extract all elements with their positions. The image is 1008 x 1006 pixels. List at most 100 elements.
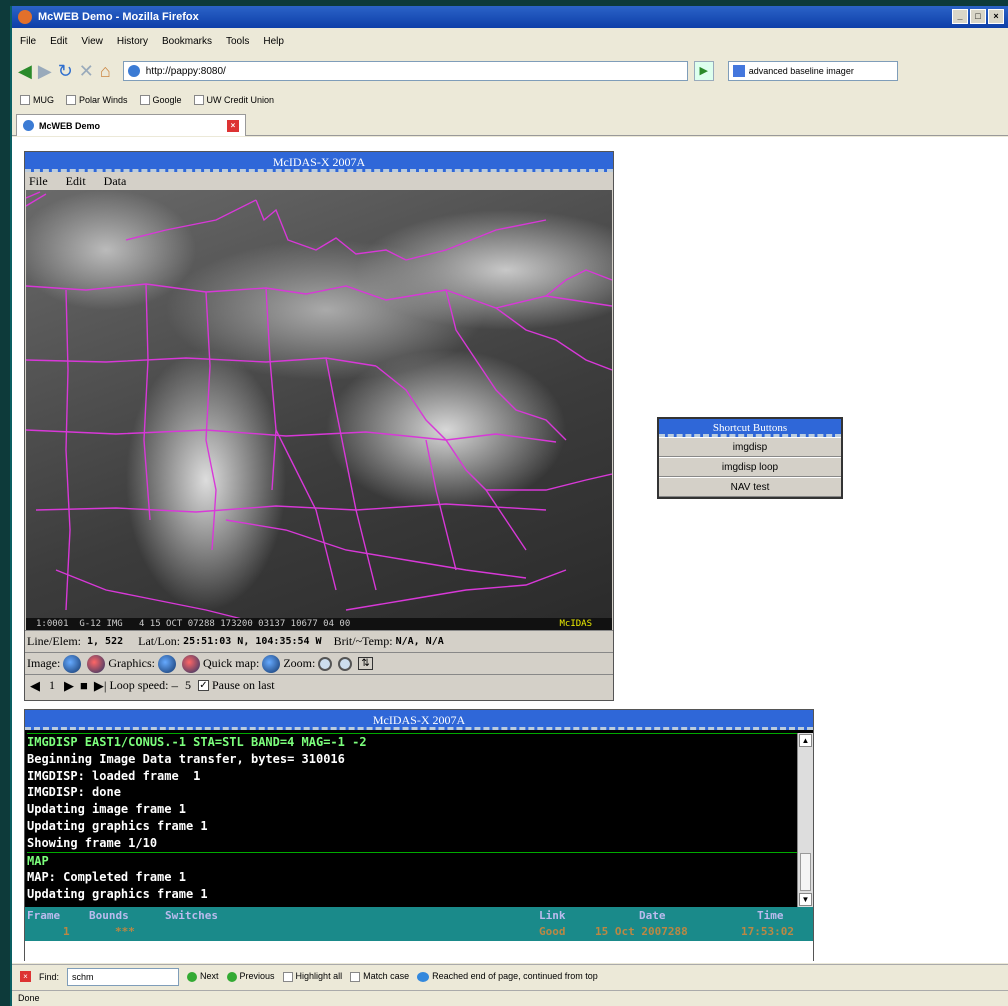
search-box[interactable]: advanced baseline imager <box>727 61 898 81</box>
mcidas-menu-edit[interactable]: Edit <box>66 174 86 189</box>
maximize-button[interactable]: □ <box>970 9 986 24</box>
url-bar[interactable]: http://pappy:8080/ <box>122 61 688 81</box>
navigation-toolbar: ◀ ▶ ↻ ✕ ⌂ http://pappy:8080/ ▶ advanced … <box>12 54 1008 88</box>
tab-title: McWEB Demo <box>39 120 101 131</box>
tab-strip: McWEB Demo × <box>12 112 1008 136</box>
loop-controls-row: ◀ 1 ▶ ■ ▶| Loop speed: – 5 ✓ Pause on la… <box>25 674 613 696</box>
pause-on-last-checkbox[interactable]: ✓ <box>197 680 209 691</box>
header-bounds: Bounds <box>89 909 129 922</box>
window-titlebar: McWEB Demo - Mozilla Firefox _ □ × <box>12 6 1008 28</box>
menu-edit[interactable]: Edit <box>50 36 67 47</box>
imgdisp-button[interactable]: imgdisp <box>659 437 841 457</box>
header-time: Time <box>757 909 784 922</box>
scroll-up-icon[interactable]: ▲ <box>799 734 812 747</box>
bookmark-icon <box>139 95 150 106</box>
menu-tools[interactable]: Tools <box>226 36 249 47</box>
graphics-label: Graphics: <box>108 656 155 670</box>
terminal-line: MAP <box>27 851 799 870</box>
bookmark-google[interactable]: Google <box>139 95 182 106</box>
header-date: Date <box>639 909 666 922</box>
find-previous-button[interactable]: Previous <box>226 971 275 982</box>
highlight-all-button[interactable]: Highlight all <box>282 971 342 982</box>
command-input[interactable] <box>25 941 813 961</box>
zoom-in-icon[interactable] <box>318 656 333 671</box>
terminal-output: IMGDISP EAST1/CONUS.-1 STA=STL BAND=4 MA… <box>25 733 799 907</box>
stop-icon[interactable]: ✕ <box>79 61 94 82</box>
value-link: Good <box>539 925 566 938</box>
zoom-out-icon[interactable] <box>338 656 353 671</box>
wrap-message: Reached end of page, continued from top <box>417 971 598 982</box>
map-overlay <box>26 191 612 621</box>
quickmap-label: Quick map: <box>202 656 260 670</box>
close-find-icon[interactable]: × <box>20 971 31 982</box>
minimize-button[interactable]: _ <box>952 9 968 24</box>
graphics-globe-icon[interactable] <box>157 654 176 673</box>
reload-icon[interactable]: ↻ <box>58 61 73 82</box>
menu-view[interactable]: View <box>81 36 103 47</box>
brit-temp-label: Brit/~Temp: <box>333 634 393 648</box>
value-date: 15 Oct 2007288 <box>595 925 688 938</box>
tab-mcweb-demo[interactable]: McWEB Demo × <box>16 114 246 136</box>
go-arrow-icon[interactable]: ▶ <box>693 61 714 81</box>
close-button[interactable]: × <box>988 9 1004 24</box>
highlight-icon <box>282 971 293 982</box>
google-search-icon <box>732 65 745 77</box>
shortcut-panel-title: Shortcut Buttons <box>659 419 841 437</box>
tab-close-icon[interactable]: × <box>227 119 239 132</box>
tool-row: Image: Graphics: Quick map: Zoom: ⇅ <box>25 652 613 674</box>
wrap-icon <box>417 971 430 982</box>
bookmark-icon <box>20 95 30 106</box>
find-input[interactable]: schm <box>67 967 180 986</box>
stop-loop-icon[interactable]: ■ <box>80 678 88 694</box>
nav-test-button[interactable]: NAV test <box>659 477 841 497</box>
menu-file[interactable]: File <box>20 36 36 47</box>
satellite-image[interactable]: 1:0001 G-12 IMG 4 15 OCT 07288 173200 03… <box>26 190 612 630</box>
terminal-window-title: McIDAS-X 2007A <box>25 710 813 730</box>
play-icon[interactable]: ▶ <box>64 678 74 694</box>
forward-arrow-icon[interactable]: ▶ <box>38 61 52 82</box>
graphics-pin-icon[interactable] <box>181 654 200 673</box>
value-frame: 1 <box>63 925 70 938</box>
url-text: http://pappy:8080/ <box>145 65 226 77</box>
terminal-line: Updating graphics frame 1 <box>27 887 208 902</box>
mcidas-menu-data[interactable]: Data <box>104 174 127 189</box>
find-next-button[interactable]: Next <box>187 971 219 982</box>
terminal-line: Updating graphics frame 1 <box>27 818 208 833</box>
loop-speed-decrease[interactable]: – <box>171 678 178 694</box>
status-bar: Done <box>12 990 1008 1006</box>
latlon-label: Lat/Lon: <box>138 634 181 648</box>
scroll-down-icon[interactable]: ▼ <box>799 893 812 906</box>
terminal-line: Beginning Image Data transfer, bytes= 31… <box>27 751 345 766</box>
imgdisp-loop-button[interactable]: imgdisp loop <box>659 457 841 477</box>
menu-bookmarks[interactable]: Bookmarks <box>162 36 212 47</box>
match-case-checkbox[interactable]: Match case <box>350 971 409 982</box>
menu-help[interactable]: Help <box>263 36 284 47</box>
up-arrow-icon <box>226 971 237 982</box>
scroll-thumb[interactable] <box>800 853 811 891</box>
step-back-icon[interactable]: ◀ <box>30 678 40 694</box>
page-content: McIDAS-X 2007A File Edit Data 1:0001 G-1… <box>12 137 1008 963</box>
quickmap-globe-icon[interactable] <box>262 654 281 673</box>
zoom-reset-icon[interactable]: ⇅ <box>358 657 373 670</box>
terminal-line: MAP: Completed frame 1 <box>27 870 186 885</box>
bookmark-icon <box>193 95 204 106</box>
mcidas-menu-file[interactable]: File <box>29 174 48 189</box>
loop-speed-value: 5 <box>184 678 191 692</box>
back-arrow-icon[interactable]: ◀ <box>18 61 32 82</box>
image-globe-icon[interactable] <box>63 654 82 673</box>
menu-history[interactable]: History <box>117 36 148 47</box>
frame-number: 1 <box>49 678 55 692</box>
bookmark-mug[interactable]: MUG <box>20 95 54 106</box>
image-label: Image: <box>27 656 61 670</box>
mcidas-image-window: McIDAS-X 2007A File Edit Data 1:0001 G-1… <box>24 151 614 701</box>
bookmark-polar-winds[interactable]: Polar Winds <box>66 95 128 106</box>
image-pin-icon[interactable] <box>87 654 106 673</box>
terminal-scrollbar[interactable]: ▲ ▼ <box>797 733 813 907</box>
bookmark-uw-credit-union[interactable]: UW Credit Union <box>193 95 274 106</box>
home-icon[interactable]: ⌂ <box>100 61 111 82</box>
window-title: McWEB Demo - Mozilla Firefox <box>38 11 199 23</box>
step-forward-icon[interactable]: ▶| <box>94 678 107 694</box>
site-globe-icon <box>127 65 140 77</box>
brit-temp-value: N/A, N/A <box>395 636 444 647</box>
mcidas-menu: File Edit Data <box>25 172 613 190</box>
